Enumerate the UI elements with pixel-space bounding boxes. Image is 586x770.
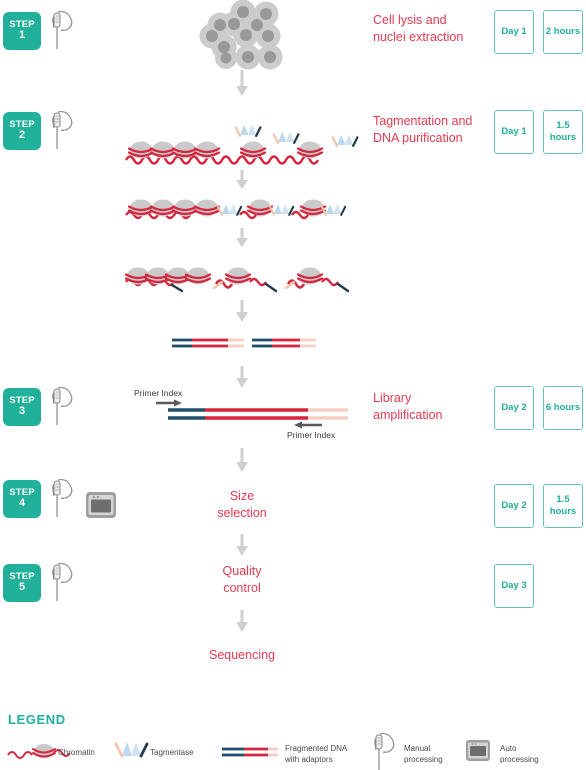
flow-arrow-2 xyxy=(236,170,248,189)
legend-tagmentase-icon xyxy=(114,742,149,758)
legend-title: LEGEND xyxy=(8,712,66,727)
flow-arrow-1 xyxy=(236,70,248,96)
flow-arrow-4 xyxy=(236,300,248,322)
legend-manual-pipette-icon xyxy=(374,732,395,770)
step-badge-4-number: 4 xyxy=(18,497,26,510)
hours-box-step3: 6 hours xyxy=(543,386,583,430)
hours-box-step4: 1.5 hours xyxy=(543,484,583,528)
day-box-step1: Day 1 xyxy=(494,10,534,54)
primer-index-label-bottom: Primer Index xyxy=(287,430,336,440)
chromatin-row-3 xyxy=(124,266,350,293)
primer-index-label-top: Primer Index xyxy=(134,388,183,398)
step-badge-1[interactable]: STEP 1 xyxy=(3,12,41,50)
step-badge-4[interactable]: STEP 4 xyxy=(3,480,41,518)
legend-label-chromatin: Chromatin xyxy=(58,748,95,757)
hours-box-step1: 2 hours xyxy=(543,10,583,54)
fragmented-dna-row xyxy=(172,338,316,348)
legend-auto-machine-icon xyxy=(466,740,490,761)
center-stage-sequencing: Sequencing xyxy=(208,648,276,662)
legend-label-manual-processing: Manual processing xyxy=(404,744,443,765)
workflow-diagram: STEP 1 STEP 2 STEP 3 STEP 4 STEP 5 Cell … xyxy=(0,0,586,770)
library-amplification-dna xyxy=(156,399,348,429)
primer-arrow-bottom xyxy=(294,421,322,429)
manual-pipette-icon-step3 xyxy=(52,386,73,425)
auto-machine-icon-step4 xyxy=(86,492,116,518)
manual-pipette-icon-step1 xyxy=(52,10,73,49)
primer-arrow-top xyxy=(156,399,182,407)
chromatin-row-1 xyxy=(124,123,359,165)
step-badge-2[interactable]: STEP 2 xyxy=(3,112,41,150)
cell-cluster-icon xyxy=(199,0,283,70)
day-box-step5: Day 3 xyxy=(494,564,534,608)
flow-arrow-8 xyxy=(236,610,248,632)
hours-box-step2: 1.5 hours xyxy=(543,110,583,154)
center-stage-size-selection: Size selection xyxy=(217,489,267,520)
legend-label-tagmentase: Tagmentase xyxy=(150,748,194,757)
step-badge-5[interactable]: STEP 5 xyxy=(3,564,41,602)
manual-pipette-icon-step4 xyxy=(52,478,73,517)
step-badge-3-number: 3 xyxy=(18,405,26,418)
stage-label-cell-lysis: Cell lysis and nuclei extraction xyxy=(373,13,464,44)
day-box-step4: Day 2 xyxy=(494,484,534,528)
day-box-step3: Day 2 xyxy=(494,386,534,430)
step-badge-3[interactable]: STEP 3 xyxy=(3,388,41,426)
step-badge-2-number: 2 xyxy=(18,129,26,142)
step-badge-1-number: 1 xyxy=(18,29,26,42)
flow-arrow-7 xyxy=(236,534,248,556)
legend-fragmented-dna-icon xyxy=(222,747,278,757)
day-box-step2: Day 1 xyxy=(494,110,534,154)
stage-label-library-amplification: Library amplification xyxy=(373,391,443,422)
manual-pipette-icon-step5 xyxy=(52,562,73,601)
stage-label-tagmentation: Tagmentation and DNA purification xyxy=(373,114,473,145)
center-stage-quality-control: Quality control xyxy=(222,564,262,595)
legend-label-fragmented-dna: Fragmented DNA with adaptors xyxy=(285,744,348,765)
step-badge-5-number: 5 xyxy=(18,581,26,594)
legend-label-auto-processing: Auto processing xyxy=(500,744,539,765)
flow-arrow-5 xyxy=(236,366,248,388)
manual-pipette-icon-step2 xyxy=(52,110,73,149)
flow-arrow-6 xyxy=(236,448,248,472)
flow-arrow-3 xyxy=(236,228,248,247)
chromatin-row-2 xyxy=(125,198,347,220)
